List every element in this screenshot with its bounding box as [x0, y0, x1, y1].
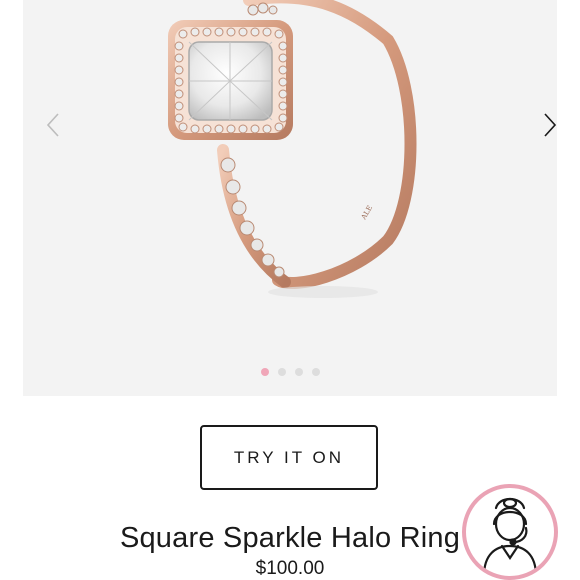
carousel-dot-4[interactable]: [311, 368, 320, 376]
svg-text:ALE: ALE: [359, 204, 374, 222]
chevron-right-icon: [544, 113, 557, 137]
customer-support-button[interactable]: [462, 484, 558, 580]
carousel-dot-2[interactable]: [277, 368, 286, 376]
ring-product-image: ALE: [168, 0, 417, 298]
try-it-on-button[interactable]: TRY IT ON: [200, 425, 378, 490]
chevron-left-icon: [46, 113, 59, 137]
product-image-gallery[interactable]: ALE: [23, 0, 557, 396]
carousel-dot-1[interactable]: [260, 368, 269, 376]
next-image-button[interactable]: [538, 108, 562, 142]
customer-support-agent-icon: [482, 497, 538, 576]
previous-image-button[interactable]: [41, 108, 65, 142]
carousel-dot-3[interactable]: [294, 368, 303, 376]
carousel-pagination: [23, 368, 557, 376]
